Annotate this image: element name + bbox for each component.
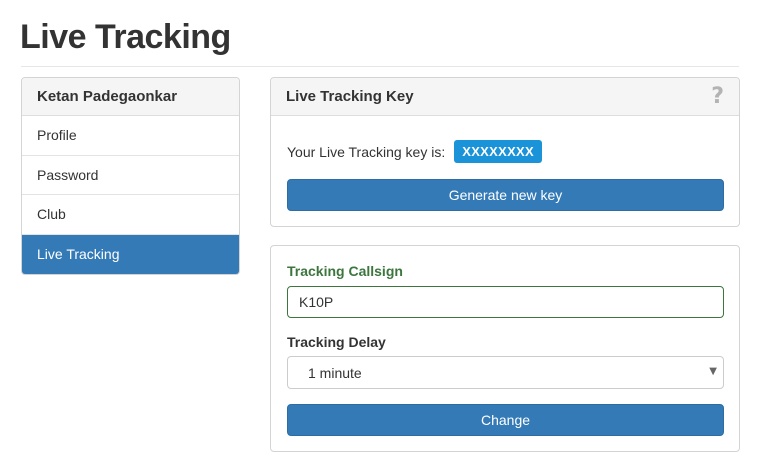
key-panel-header: Live Tracking Key ?	[271, 78, 739, 116]
live-tracking-key-panel: Live Tracking Key ? Your Live Tracking k…	[270, 77, 740, 227]
key-panel-title: Live Tracking Key	[286, 88, 414, 105]
tracking-settings-panel: Tracking Callsign Tracking Delay 1 minut…	[270, 245, 740, 452]
page-title: Live Tracking	[20, 18, 231, 56]
callsign-label: Tracking Callsign	[287, 263, 403, 279]
delay-label: Tracking Delay	[287, 334, 386, 350]
chevron-down-icon: ▼	[709, 366, 717, 377]
sidebar-item-live-tracking[interactable]: Live Tracking	[22, 234, 239, 274]
delay-select[interactable]: 1 minute ▼	[287, 356, 724, 389]
key-row: Your Live Tracking key is: XXXXXXXX	[287, 140, 543, 163]
account-sidebar: Ketan Padegaonkar Profile Password Club …	[21, 77, 240, 275]
delay-selected-value: 1 minute	[308, 364, 362, 381]
generate-key-button[interactable]: Generate new key	[287, 179, 724, 211]
callsign-input[interactable]	[287, 286, 724, 318]
sidebar-item-profile[interactable]: Profile	[22, 116, 239, 156]
change-button[interactable]: Change	[287, 404, 724, 436]
sidebar-user-name: Ketan Padegaonkar	[22, 78, 239, 116]
question-mark-icon[interactable]: ?	[711, 84, 724, 109]
sidebar-item-password[interactable]: Password	[22, 156, 239, 195]
title-divider	[21, 66, 739, 67]
key-label: Your Live Tracking key is:	[287, 143, 446, 160]
sidebar-item-club[interactable]: Club	[22, 195, 239, 235]
key-value-badge: XXXXXXXX	[454, 140, 543, 163]
